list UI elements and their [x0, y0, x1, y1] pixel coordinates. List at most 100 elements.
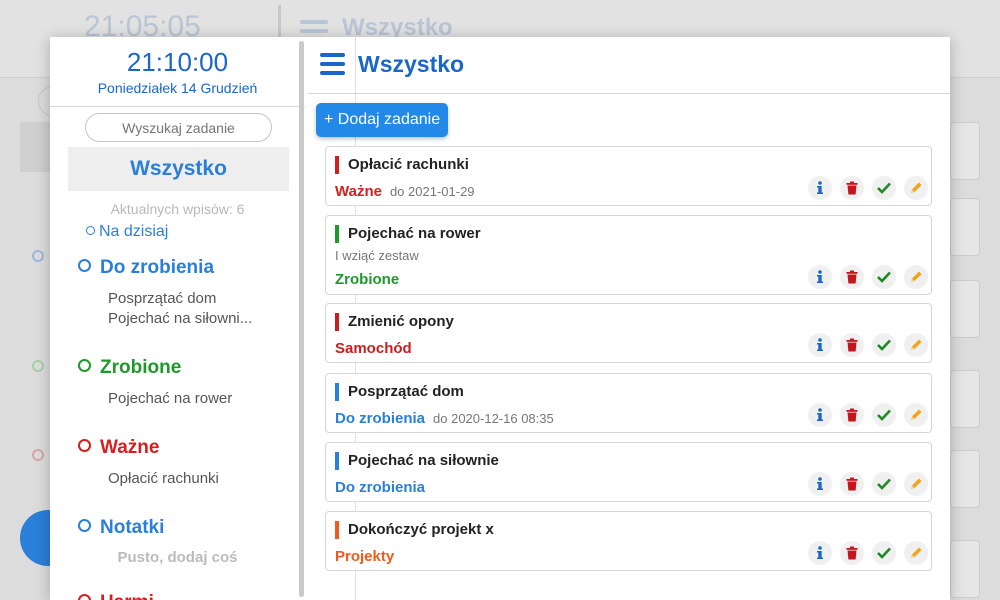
task-actions: [808, 265, 928, 289]
task-category[interactable]: Do zrobienia: [335, 479, 425, 496]
main-header: Wszystko: [308, 37, 950, 94]
sidebar-category-todo[interactable]: Do zrobienia: [78, 257, 214, 279]
check-icon: [877, 339, 891, 351]
task-actions: [808, 333, 928, 357]
task-actions: [808, 472, 928, 496]
info-button[interactable]: [808, 541, 832, 565]
done-button[interactable]: [872, 403, 896, 427]
sidebar-scrollbar[interactable]: [299, 41, 304, 597]
delete-button[interactable]: [840, 403, 864, 427]
background-dot: [32, 360, 44, 372]
background-card: [950, 280, 980, 338]
circle-icon: [86, 226, 95, 235]
task-title: Dokończyć projekt x: [335, 521, 494, 539]
delete-button[interactable]: [840, 541, 864, 565]
delete-button[interactable]: [840, 333, 864, 357]
date-label: Poniedziałek 14 Grudzień: [97, 80, 258, 96]
category-item[interactable]: Pojechać na siłowni...: [108, 309, 252, 329]
category-item[interactable]: Pojechać na rower: [108, 389, 232, 409]
task-actions: [808, 541, 928, 565]
task-card[interactable]: Zmienić opony Samochód: [325, 303, 932, 363]
done-button[interactable]: [872, 176, 896, 200]
info-icon: [815, 270, 825, 284]
clock: 21:10:00: [126, 47, 229, 77]
edit-button[interactable]: [904, 403, 928, 427]
task-meta: Zrobione: [335, 271, 399, 288]
info-button[interactable]: [808, 176, 832, 200]
task-category[interactable]: Do zrobienia: [335, 410, 425, 427]
pencil-icon: [909, 408, 923, 422]
sidebar-category-notes[interactable]: Notatki: [78, 517, 164, 539]
background-card: [950, 122, 980, 180]
main-panel: Wszystko + Dodaj zadanie Opłacić rachunk…: [308, 37, 950, 600]
done-button[interactable]: [872, 333, 896, 357]
task-card[interactable]: Dokończyć projekt x Projekty: [325, 511, 932, 571]
sidebar-category-partial[interactable]: Harmi...: [78, 592, 170, 600]
trash-icon: [846, 338, 858, 352]
task-card[interactable]: Posprzątać dom Do zrobienia do 2020-12-16 …: [325, 373, 932, 433]
task-meta: Projekty: [335, 548, 394, 565]
pencil-icon: [909, 546, 923, 560]
category-label: Ważne: [100, 437, 160, 458]
info-button[interactable]: [808, 333, 832, 357]
background-card: [950, 540, 980, 598]
pencil-icon: [909, 338, 923, 352]
pencil-icon: [909, 270, 923, 284]
task-title: Pojechać na siłownie: [335, 452, 499, 470]
category-item[interactable]: Posprzątać dom: [108, 289, 252, 309]
delete-button[interactable]: [840, 472, 864, 496]
info-button[interactable]: [808, 403, 832, 427]
category-items: Pojechać na rower: [108, 389, 232, 409]
task-card[interactable]: Pojechać na rower I wziąć zestaw Zrobione: [325, 215, 932, 295]
edit-button[interactable]: [904, 265, 928, 289]
done-button[interactable]: [872, 265, 896, 289]
entries-count: Aktualnych wpisów: 6: [110, 201, 245, 217]
done-button[interactable]: [872, 541, 896, 565]
trash-icon: [846, 408, 858, 422]
edit-button[interactable]: [904, 333, 928, 357]
task-meta: Do zrobienia: [335, 479, 425, 496]
task-meta: Ważne do 2021-01-29: [335, 183, 475, 200]
task-card[interactable]: Pojechać na siłownie Do zrobienia: [325, 442, 932, 502]
category-item[interactable]: Opłacić rachunki: [108, 469, 219, 489]
sidebar-category-done[interactable]: Zrobione: [78, 357, 181, 379]
trash-icon: [846, 181, 858, 195]
info-button[interactable]: [808, 472, 832, 496]
info-icon: [815, 181, 825, 195]
page-title: Wszystko: [358, 51, 465, 77]
edit-button[interactable]: [904, 176, 928, 200]
pencil-icon: [909, 477, 923, 491]
task-title: Zmienić opony: [335, 313, 454, 331]
edit-button[interactable]: [904, 472, 928, 496]
sidebar-item-today[interactable]: Na dzisiaj: [86, 223, 168, 241]
edit-button[interactable]: [904, 541, 928, 565]
category-label: Notatki: [100, 517, 165, 538]
sidebar-category-important[interactable]: Ważne: [78, 437, 159, 459]
delete-button[interactable]: [840, 176, 864, 200]
trash-icon: [846, 270, 858, 284]
task-dialog: 21:10:00 Poniedziałek 14 Grudzień Wszyst…: [50, 37, 950, 600]
task-title: Opłacić rachunki: [335, 156, 469, 174]
task-category[interactable]: Projekty: [335, 548, 394, 565]
info-icon: [815, 477, 825, 491]
done-button[interactable]: [872, 472, 896, 496]
task-meta: Do zrobienia do 2020-12-16 08:35: [335, 410, 554, 427]
task-due-date: do 2021-01-29: [389, 184, 475, 199]
task-category[interactable]: Ważne: [335, 183, 382, 200]
circle-icon: [78, 359, 91, 372]
sidebar-item-all[interactable]: Wszystko: [68, 147, 289, 191]
info-button[interactable]: [808, 265, 832, 289]
delete-button[interactable]: [840, 265, 864, 289]
info-icon: [815, 408, 825, 422]
category-label: Do zrobienia: [100, 257, 215, 278]
task-category[interactable]: Samochód: [335, 340, 412, 357]
sidebar-item-label: Na dzisiaj: [99, 223, 169, 240]
task-category[interactable]: Zrobione: [335, 271, 399, 288]
add-task-button[interactable]: + Dodaj zadanie: [316, 103, 449, 137]
info-icon: [815, 338, 825, 352]
search-input[interactable]: [85, 113, 272, 142]
menu-icon[interactable]: [320, 53, 345, 75]
check-icon: [877, 182, 891, 194]
task-card[interactable]: Opłacić rachunki Ważne do 2021-01-29: [325, 146, 932, 206]
task-title: Posprzątać dom: [335, 383, 464, 401]
